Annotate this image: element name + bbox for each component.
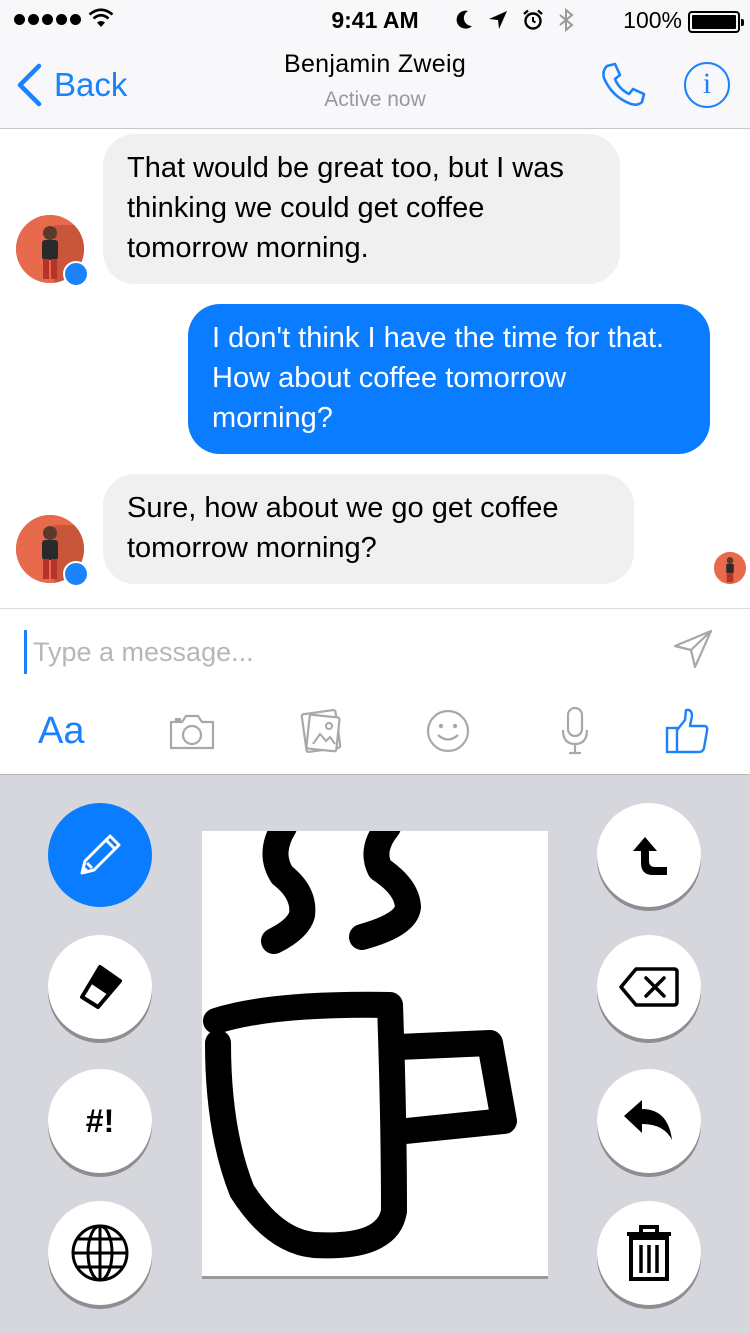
status-icons [454,8,574,32]
phone-call-button[interactable] [598,60,648,110]
bluetooth-icon [559,8,574,32]
composer-divider [0,608,750,609]
shift-icon [633,837,667,875]
do-not-disturb-icon [456,10,472,29]
backspace-icon [619,967,679,1007]
coffee-cup-drawing [203,814,517,1259]
undo-icon [624,1100,672,1140]
seen-avatar [714,552,746,584]
send-icon[interactable] [672,628,714,670]
eraser-icon [80,965,122,1009]
undo-button[interactable] [597,1069,701,1173]
hashtag-tool-button[interactable]: #! [48,1069,152,1173]
battery-percentage: 100% [623,7,682,33]
trash-icon [627,1225,671,1281]
hashtag-label: #! [85,1102,115,1139]
trash-button[interactable] [597,1201,701,1305]
messenger-badge-icon [63,261,89,287]
status-bar: 9:41 AM 100% [0,0,750,40]
pencil-tool-button[interactable] [48,803,152,907]
message-input[interactable] [24,630,644,674]
text-format-button[interactable]: Aa [38,706,92,756]
drawing-canvas[interactable] [202,814,548,1279]
globe-button[interactable] [48,1201,152,1305]
microphone-icon[interactable] [560,706,590,756]
doodle-keyboard: #! [0,774,750,1334]
messenger-badge-icon [63,561,89,587]
info-button[interactable]: i [684,62,730,108]
pencil-icon [80,834,121,875]
incoming-message[interactable]: That would be great too, but I was think… [103,134,620,284]
camera-icon[interactable] [168,706,216,756]
backspace-button[interactable] [597,935,701,1039]
thumbs-up-icon[interactable] [664,706,710,756]
eraser-tool-button[interactable] [48,935,152,1039]
shift-button[interactable] [597,803,701,907]
alarm-icon [523,9,543,30]
emoji-icon[interactable] [425,706,471,756]
globe-icon [71,1224,129,1282]
photo-icon[interactable] [298,706,344,756]
location-icon [489,11,507,29]
navigation-header: 9:41 AM 100% Back Benjamin Zweig Active … [0,0,750,129]
incoming-message[interactable]: Sure, how about we go get coffee tomorro… [103,474,634,584]
battery-icon [688,11,744,33]
outgoing-message[interactable]: I don't think I have the time for that. … [188,304,710,454]
